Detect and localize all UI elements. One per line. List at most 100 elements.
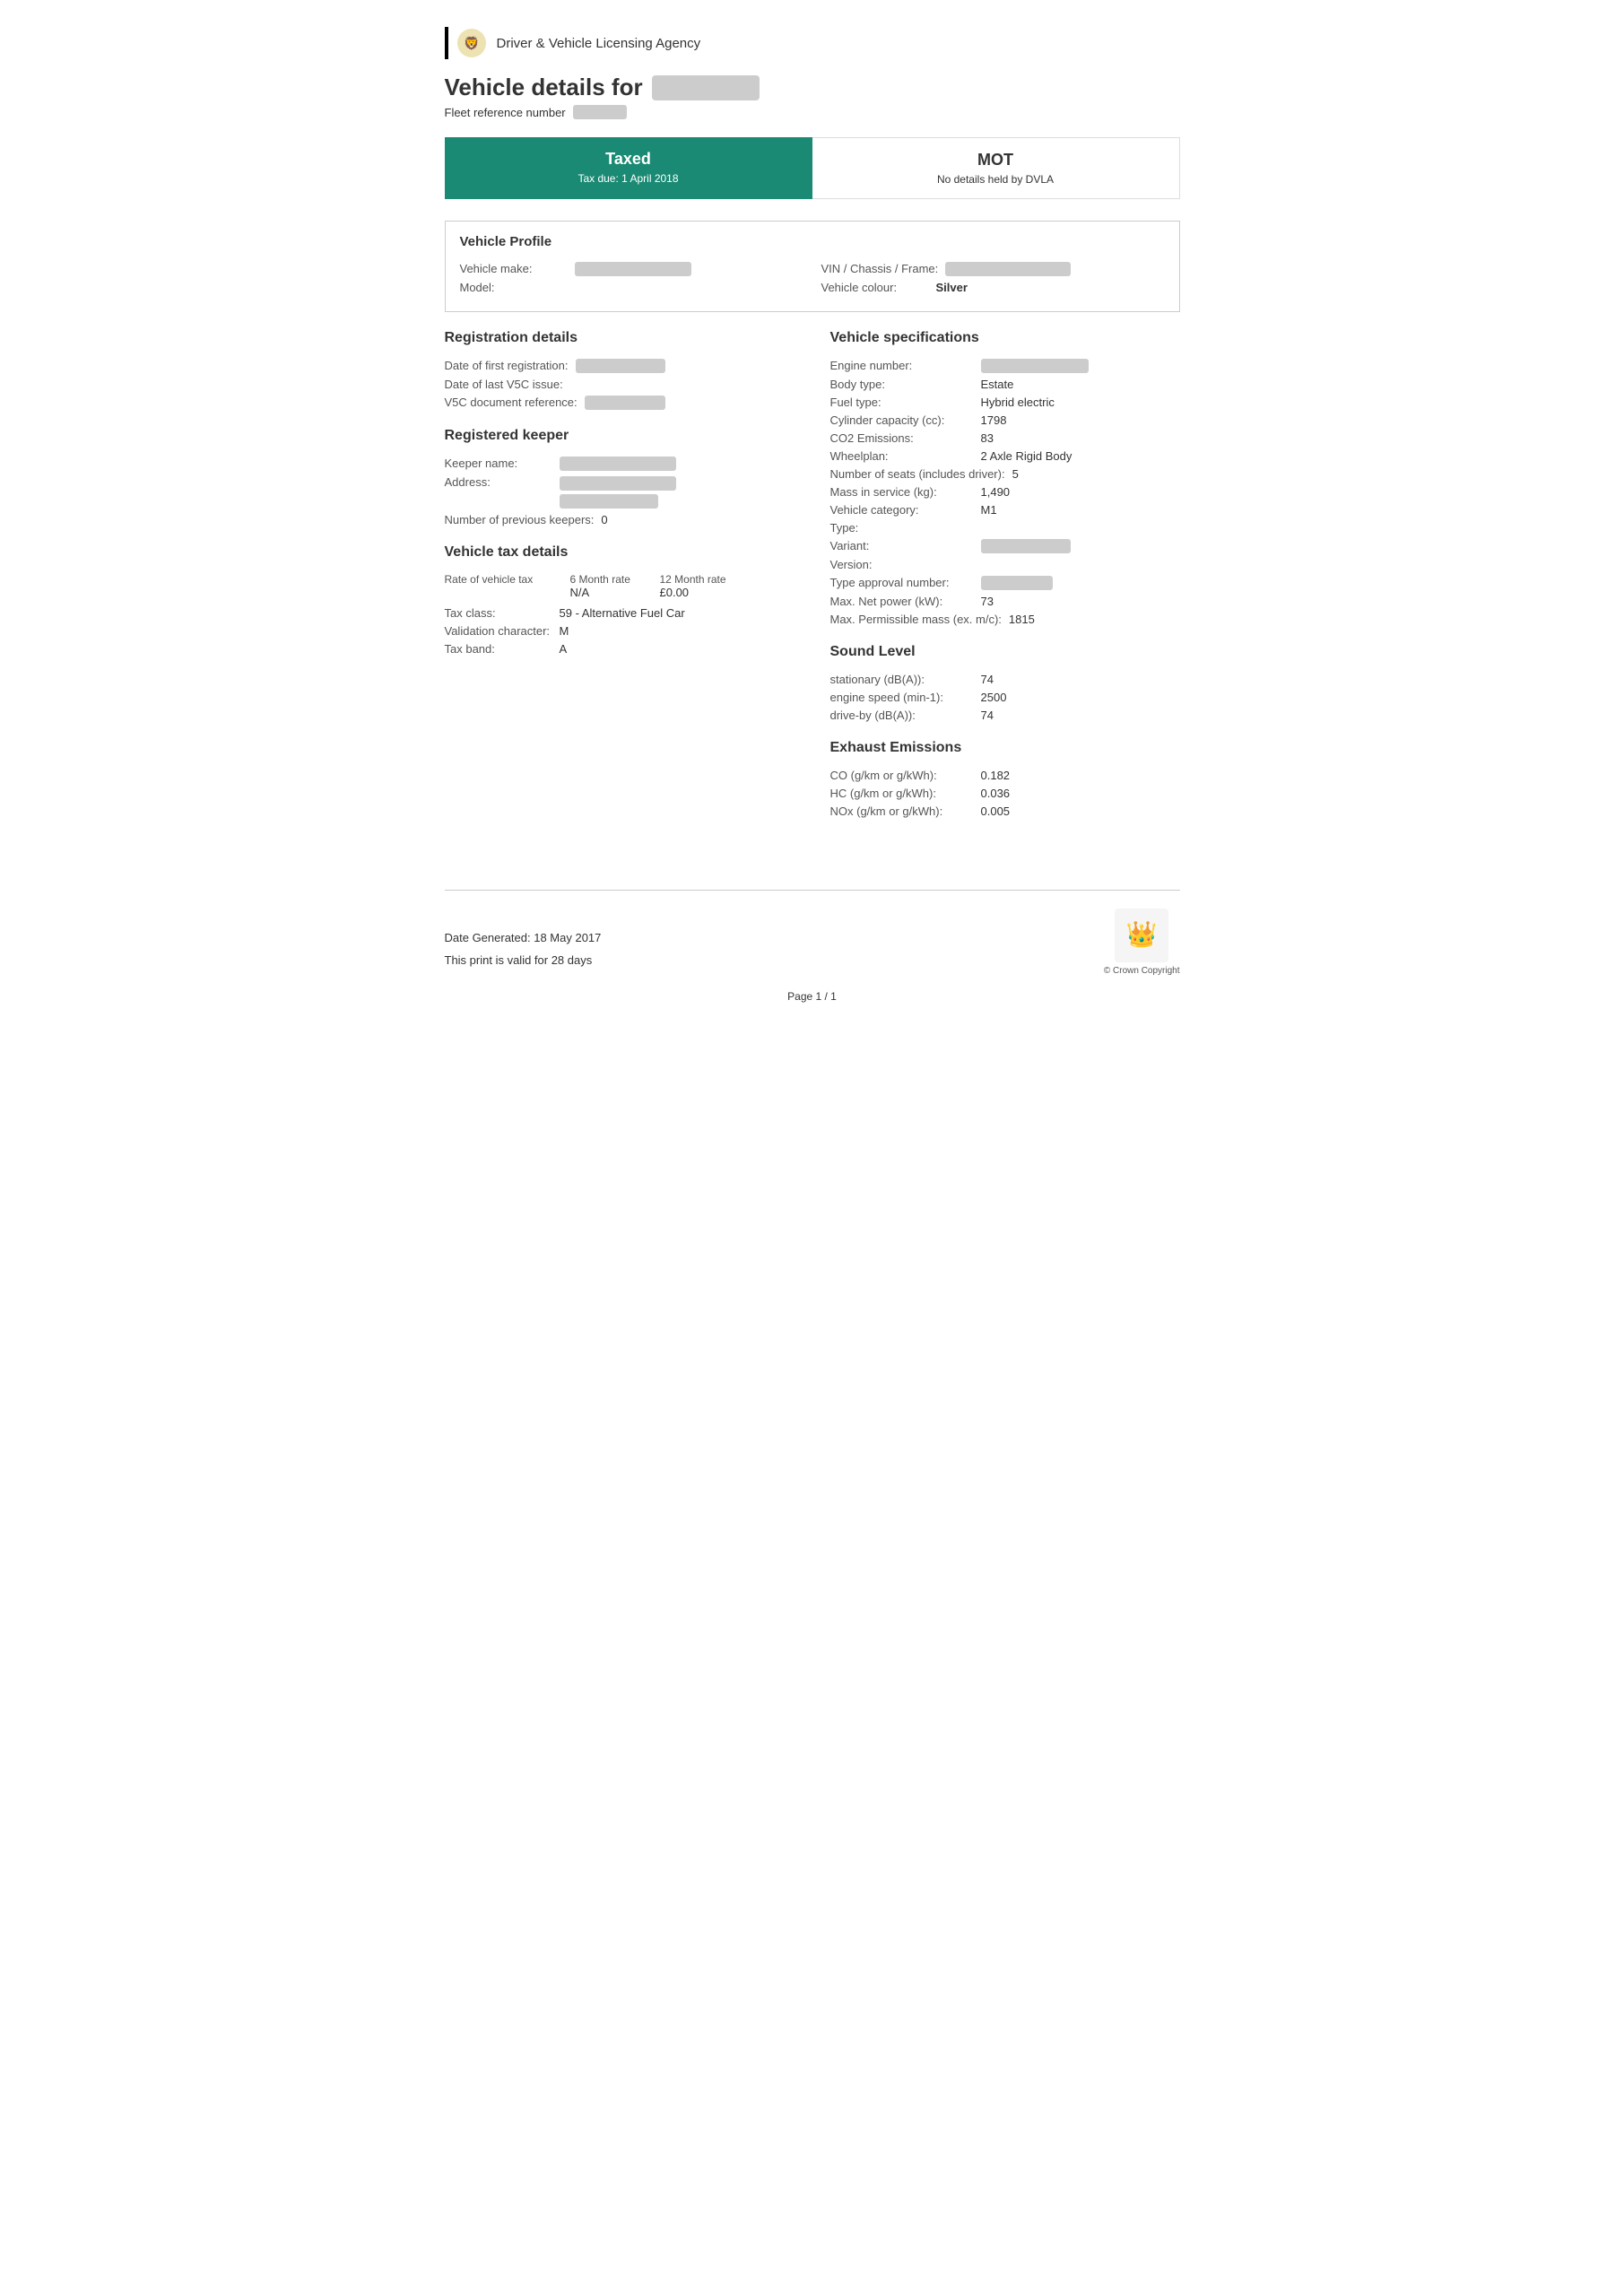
keeper-section: Registered keeper Keeper name: Address: … bbox=[445, 428, 795, 526]
vin-value-redacted bbox=[945, 262, 1071, 276]
driveby-label: drive-by (dB(A)): bbox=[830, 709, 974, 722]
tax-class-row: Tax class: 59 - Alternative Fuel Car bbox=[445, 606, 795, 620]
main-content: Registration details Date of first regis… bbox=[445, 330, 1180, 836]
wheelplan-value: 2 Axle Rigid Body bbox=[981, 449, 1073, 463]
first-reg-label: Date of first registration: bbox=[445, 359, 569, 372]
six-month-header: 6 Month rate bbox=[570, 573, 660, 586]
keeper-address-row: Address: bbox=[445, 475, 795, 509]
vin-row: VIN / Chassis / Frame: bbox=[821, 262, 1165, 276]
type-label: Type: bbox=[830, 521, 974, 535]
wheelplan-label: Wheelplan: bbox=[830, 449, 974, 463]
dvla-logo-icon: 🦁 bbox=[456, 27, 488, 59]
body-type-row: Body type: Estate bbox=[830, 378, 1180, 391]
co-value: 0.182 bbox=[981, 769, 1011, 782]
co2-label: CO2 Emissions: bbox=[830, 431, 974, 445]
footer-right: 👑 © Crown Copyright bbox=[1104, 909, 1180, 976]
v5c-ref-label: V5C document reference: bbox=[445, 396, 578, 409]
right-column: Vehicle specifications Engine number: Bo… bbox=[830, 330, 1180, 836]
registration-section: Registration details Date of first regis… bbox=[445, 330, 795, 410]
validation-label: Validation character: bbox=[445, 624, 552, 638]
mass-value: 1,490 bbox=[981, 485, 1011, 499]
nox-value: 0.005 bbox=[981, 804, 1011, 818]
sound-level-title: Sound Level bbox=[830, 644, 1180, 664]
engine-number-row: Engine number: bbox=[830, 359, 1180, 373]
prev-keepers-value: 0 bbox=[601, 513, 607, 526]
twelve-month-header: 12 Month rate bbox=[660, 573, 759, 586]
keeper-title: Registered keeper bbox=[445, 428, 795, 448]
prev-keepers-label: Number of previous keepers: bbox=[445, 513, 595, 526]
colour-label: Vehicle colour: bbox=[821, 281, 929, 294]
exhaust-section: Exhaust Emissions CO (g/km or g/kWh): 0.… bbox=[830, 740, 1180, 818]
vehicle-make-label: Vehicle make: bbox=[460, 262, 568, 275]
engine-speed-value: 2500 bbox=[981, 691, 1007, 704]
tax-table-header: Rate of vehicle tax 6 Month rate 12 Mont… bbox=[445, 573, 795, 586]
category-row: Vehicle category: M1 bbox=[830, 503, 1180, 517]
first-reg-row: Date of first registration: bbox=[445, 359, 795, 373]
validation-row: Validation character: M bbox=[445, 624, 795, 638]
fuel-type-row: Fuel type: Hybrid electric bbox=[830, 396, 1180, 409]
net-power-label: Max. Net power (kW): bbox=[830, 595, 974, 608]
cylinder-cap-row: Cylinder capacity (cc): 1798 bbox=[830, 413, 1180, 427]
left-column: Registration details Date of first regis… bbox=[445, 330, 795, 836]
footer-left: Date Generated: 18 May 2017 This print i… bbox=[445, 931, 602, 976]
co2-value: 83 bbox=[981, 431, 994, 445]
tax-status-sub: Tax due: 1 April 2018 bbox=[463, 172, 795, 185]
tax-band-row: Tax band: A bbox=[445, 642, 795, 656]
mot-status-box: MOT No details held by DVLA bbox=[812, 137, 1180, 199]
tax-status-box: Taxed Tax due: 1 April 2018 bbox=[445, 137, 812, 199]
type-approval-row: Type approval number: bbox=[830, 576, 1180, 590]
vehicle-model-label: Model: bbox=[460, 281, 568, 294]
hc-row: HC (g/km or g/kWh): 0.036 bbox=[830, 787, 1180, 800]
co-row: CO (g/km or g/kWh): 0.182 bbox=[830, 769, 1180, 782]
co2-row: CO2 Emissions: 83 bbox=[830, 431, 1180, 445]
engine-speed-row: engine speed (min-1): 2500 bbox=[830, 691, 1180, 704]
hc-label: HC (g/km or g/kWh): bbox=[830, 787, 974, 800]
tax-details-section: Vehicle tax details Rate of vehicle tax … bbox=[445, 544, 795, 656]
net-power-row: Max. Net power (kW): 73 bbox=[830, 595, 1180, 608]
crown-copyright-icon: 👑 bbox=[1115, 909, 1168, 962]
engine-number-label: Engine number: bbox=[830, 359, 974, 372]
wheelplan-row: Wheelplan: 2 Axle Rigid Body bbox=[830, 449, 1180, 463]
nox-label: NOx (g/km or g/kWh): bbox=[830, 804, 974, 818]
driveby-value: 74 bbox=[981, 709, 994, 722]
status-row: Taxed Tax due: 1 April 2018 MOT No detai… bbox=[445, 137, 1180, 199]
sound-level-section: Sound Level stationary (dB(A)): 74 engin… bbox=[830, 644, 1180, 722]
exhaust-title: Exhaust Emissions bbox=[830, 740, 1180, 760]
stationary-value: 74 bbox=[981, 673, 994, 686]
header-bar: 🦁 Driver & Vehicle Licensing Agency bbox=[445, 27, 1180, 59]
twelve-month-value: £0.00 bbox=[660, 586, 759, 599]
keeper-address-line2-redacted bbox=[560, 494, 658, 509]
seats-row: Number of seats (includes driver): 5 bbox=[830, 467, 1180, 481]
svg-text:👑: 👑 bbox=[1126, 920, 1158, 949]
max-perm-row: Max. Permissible mass (ex. m/c): 1815 bbox=[830, 613, 1180, 626]
fuel-type-label: Fuel type: bbox=[830, 396, 974, 409]
mot-status-title: MOT bbox=[830, 151, 1161, 170]
crown-copyright-text: © Crown Copyright bbox=[1104, 966, 1180, 976]
variant-value-redacted bbox=[981, 539, 1071, 553]
page-number: Page 1 / 1 bbox=[445, 990, 1180, 1003]
type-approval-label: Type approval number: bbox=[830, 576, 974, 589]
tax-band-value: A bbox=[560, 642, 568, 656]
body-type-label: Body type: bbox=[830, 378, 974, 391]
category-value: M1 bbox=[981, 503, 997, 517]
cylinder-cap-label: Cylinder capacity (cc): bbox=[830, 413, 974, 427]
page-title: Vehicle details for bbox=[445, 74, 1180, 101]
svg-text:🦁: 🦁 bbox=[464, 36, 479, 51]
nox-row: NOx (g/km or g/kWh): 0.005 bbox=[830, 804, 1180, 818]
tax-status-title: Taxed bbox=[463, 150, 795, 169]
fleet-ref-value-redacted bbox=[573, 105, 627, 119]
cylinder-cap-value: 1798 bbox=[981, 413, 1007, 427]
keeper-name-redacted bbox=[560, 457, 676, 471]
keeper-address-line1-redacted bbox=[560, 476, 676, 491]
max-perm-value: 1815 bbox=[1009, 613, 1035, 626]
seats-label: Number of seats (includes driver): bbox=[830, 467, 1005, 481]
variant-label: Variant: bbox=[830, 539, 974, 552]
keeper-name-label: Keeper name: bbox=[445, 457, 552, 470]
tax-table-row: N/A £0.00 bbox=[445, 586, 795, 599]
driveby-row: drive-by (dB(A)): 74 bbox=[830, 709, 1180, 722]
keeper-name-row: Keeper name: bbox=[445, 457, 795, 471]
last-v5c-row: Date of last V5C issue: bbox=[445, 378, 795, 391]
first-reg-value-redacted bbox=[576, 359, 665, 373]
engine-speed-label: engine speed (min-1): bbox=[830, 691, 974, 704]
footer: Date Generated: 18 May 2017 This print i… bbox=[445, 890, 1180, 976]
